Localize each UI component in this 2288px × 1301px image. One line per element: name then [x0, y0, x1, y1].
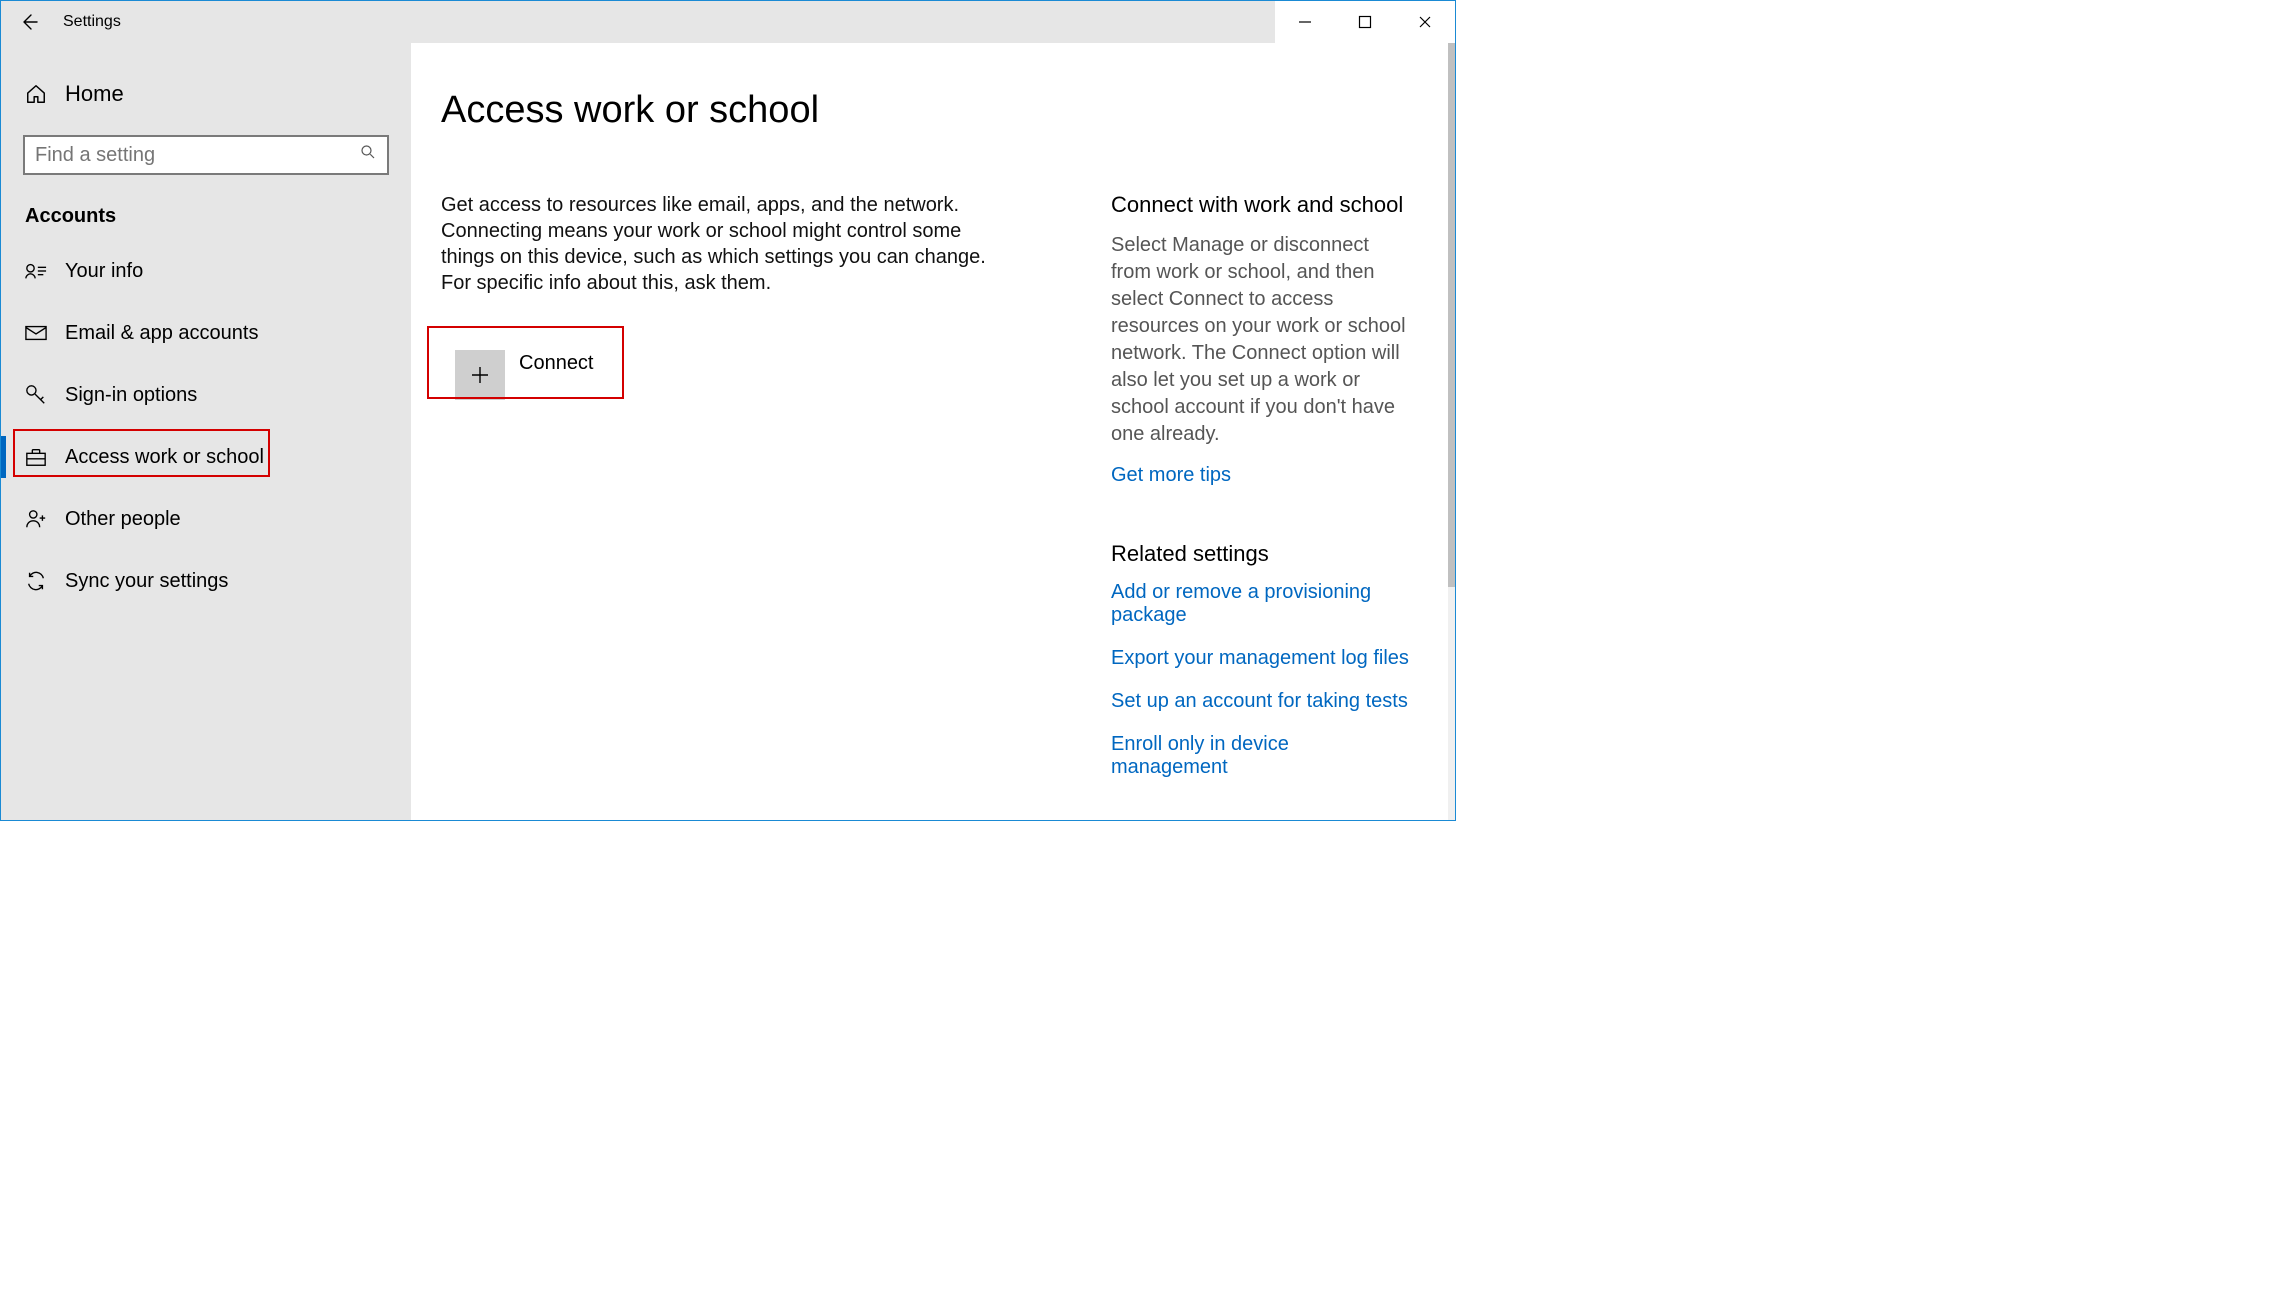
sidebar-item-label: Your info: [65, 260, 143, 283]
panel-connect-body: Select Manage or disconnect from work or…: [1111, 232, 1411, 448]
page-title: Access work or school: [441, 89, 1455, 132]
sidebar-item-your-info[interactable]: Your info: [1, 240, 411, 302]
page-description: Get access to resources like email, apps…: [441, 192, 1001, 296]
sidebar-item-label: Email & app accounts: [65, 322, 258, 345]
link-provisioning-package[interactable]: Add or remove a provisioning package: [1111, 581, 1411, 627]
back-button[interactable]: [1, 1, 57, 43]
sync-icon: [25, 570, 47, 592]
scrollbar-thumb[interactable]: [1448, 43, 1455, 587]
minimize-button[interactable]: [1275, 1, 1335, 43]
panel-related-title: Related settings: [1111, 541, 1411, 567]
sidebar-item-label: Access work or school: [65, 446, 264, 469]
content-area: Access work or school Get access to reso…: [411, 43, 1455, 820]
sidebar: Home Accounts Your info Email & app acco…: [1, 43, 411, 820]
link-get-more-tips[interactable]: Get more tips: [1111, 464, 1411, 487]
key-icon: [25, 384, 47, 406]
sidebar-item-work-school[interactable]: Access work or school: [1, 426, 411, 488]
search-box[interactable]: [23, 135, 389, 175]
search-icon: [359, 143, 377, 167]
panel-connect: Connect with work and school Select Mana…: [1111, 192, 1411, 487]
mail-icon: [25, 322, 47, 344]
search-input[interactable]: [35, 144, 359, 167]
briefcase-icon: [25, 446, 47, 468]
sidebar-item-signin[interactable]: Sign-in options: [1, 364, 411, 426]
sidebar-item-label: Sign-in options: [65, 384, 197, 407]
home-nav[interactable]: Home: [1, 71, 411, 117]
sidebar-item-label: Other people: [65, 508, 181, 531]
person-card-icon: [25, 260, 47, 282]
home-label: Home: [65, 81, 124, 107]
link-setup-tests[interactable]: Set up an account for taking tests: [1111, 690, 1411, 713]
panel-connect-title: Connect with work and school: [1111, 192, 1411, 218]
sidebar-item-email[interactable]: Email & app accounts: [1, 302, 411, 364]
home-icon: [25, 83, 47, 105]
arrow-left-icon: [19, 12, 39, 32]
connect-button[interactable]: Connect: [441, 340, 1001, 410]
window-title: Settings: [63, 13, 121, 31]
connect-label: Connect: [519, 352, 594, 375]
sidebar-item-other-people[interactable]: Other people: [1, 488, 411, 550]
link-enroll-device-mgmt[interactable]: Enroll only in device management: [1111, 733, 1411, 779]
close-button[interactable]: [1395, 1, 1455, 43]
sidebar-item-sync[interactable]: Sync your settings: [1, 550, 411, 612]
link-export-logs[interactable]: Export your management log files: [1111, 647, 1411, 670]
maximize-button[interactable]: [1335, 1, 1395, 43]
titlebar: Settings: [1, 1, 1455, 43]
plus-icon: [455, 350, 505, 400]
panel-related: Related settings Add or remove a provisi…: [1111, 541, 1411, 779]
sidebar-section-title: Accounts: [25, 205, 411, 228]
sidebar-item-label: Sync your settings: [65, 570, 228, 593]
people-add-icon: [25, 508, 47, 530]
